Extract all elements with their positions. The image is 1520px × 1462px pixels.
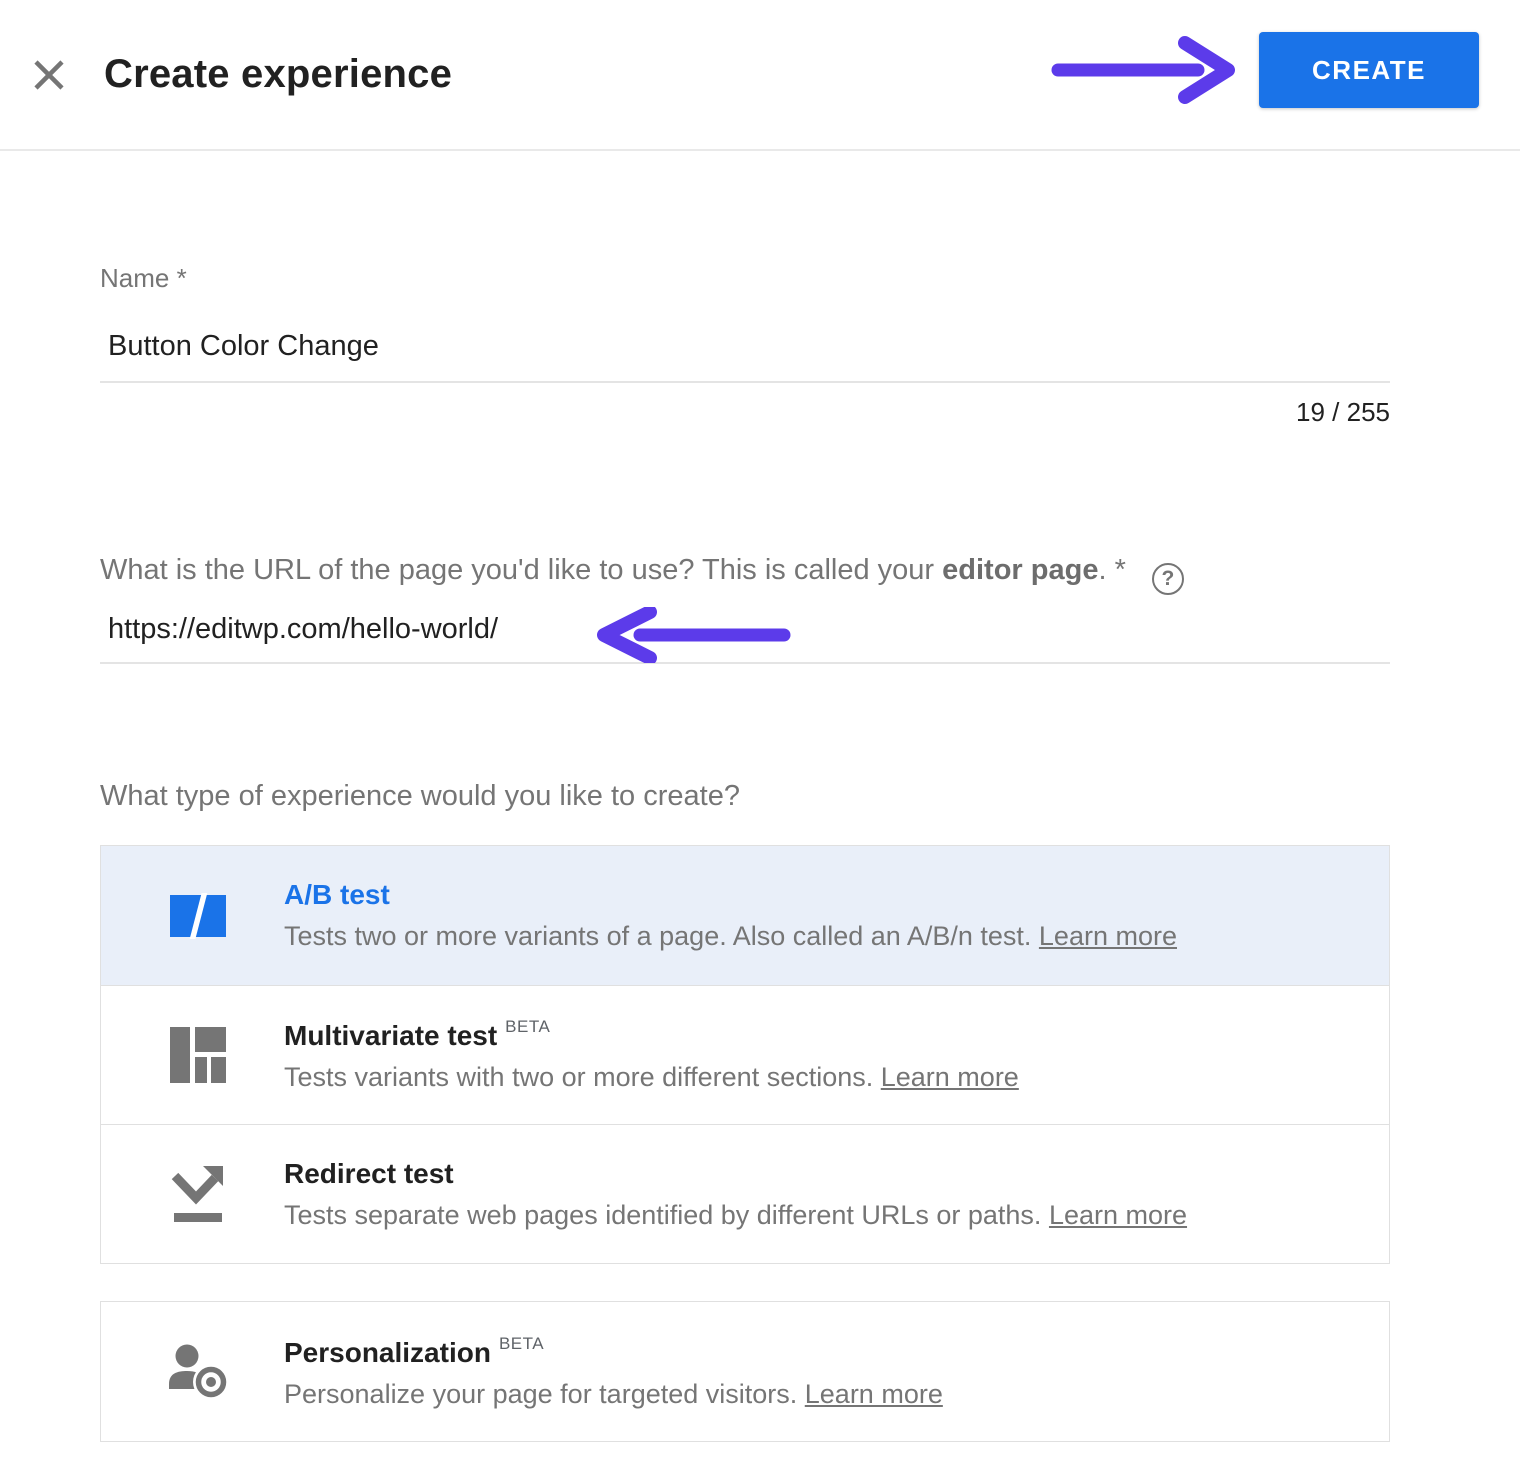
- learn-more-link[interactable]: Learn more: [1049, 1200, 1187, 1230]
- option-ab-test[interactable]: A/B test Tests two or more variants of a…: [101, 846, 1389, 985]
- experience-type-question: What type of experience would you like t…: [100, 780, 1390, 813]
- personalization-icon: [166, 1343, 230, 1401]
- url-question-suffix: . *: [1098, 554, 1125, 586]
- char-counter: 19 / 255: [100, 397, 1390, 428]
- dialog-header: Create experience CREATE: [0, 0, 1520, 151]
- help-icon[interactable]: ?: [1152, 563, 1184, 595]
- option-description: Personalize your page for targeted visit…: [284, 1379, 805, 1409]
- redirect-test-icon: [170, 1164, 226, 1224]
- close-button[interactable]: [26, 52, 72, 98]
- close-icon: [28, 54, 70, 96]
- name-input[interactable]: [100, 330, 1390, 383]
- beta-badge: BETA: [505, 1017, 550, 1036]
- option-title: Redirect test: [284, 1158, 454, 1189]
- url-question: What is the URL of the page you'd like t…: [100, 554, 1390, 595]
- option-title: Personalization: [284, 1337, 491, 1368]
- ab-test-icon: [169, 893, 227, 939]
- learn-more-link[interactable]: Learn more: [881, 1062, 1019, 1092]
- option-redirect-test[interactable]: Redirect test Tests separate web pages i…: [101, 1124, 1389, 1263]
- option-multivariate-test[interactable]: Multivariate test BETA Tests variants wit…: [101, 985, 1389, 1124]
- option-personalization[interactable]: Personalization BETA Personalize your pag…: [101, 1302, 1389, 1441]
- dialog-body: Name * 19 / 255 What is the URL of the p…: [0, 263, 1520, 1442]
- url-question-prefix: What is the URL of the page you'd like t…: [100, 554, 942, 586]
- experience-type-options: A/B test Tests two or more variants of a…: [100, 845, 1390, 1264]
- multivariate-test-icon: [169, 1026, 227, 1084]
- editor-page-url-input[interactable]: [100, 611, 1390, 664]
- option-description: Tests two or more variants of a page. Al…: [284, 921, 1039, 951]
- personalization-box: Personalization BETA Personalize your pag…: [100, 1301, 1390, 1442]
- page-title: Create experience: [104, 52, 452, 97]
- name-label: Name *: [100, 263, 1390, 294]
- option-description: Tests separate web pages identified by d…: [284, 1200, 1049, 1230]
- learn-more-link[interactable]: Learn more: [805, 1379, 943, 1409]
- annotation-arrow-right-icon: [1048, 34, 1240, 106]
- create-button[interactable]: CREATE: [1259, 32, 1479, 108]
- url-question-bold: editor page: [942, 554, 1098, 586]
- option-title: A/B test: [284, 879, 390, 910]
- option-description: Tests variants with two or more differen…: [284, 1062, 881, 1092]
- beta-badge: BETA: [499, 1334, 544, 1353]
- url-row: [100, 611, 1390, 664]
- option-title: Multivariate test: [284, 1020, 497, 1051]
- learn-more-link[interactable]: Learn more: [1039, 921, 1177, 951]
